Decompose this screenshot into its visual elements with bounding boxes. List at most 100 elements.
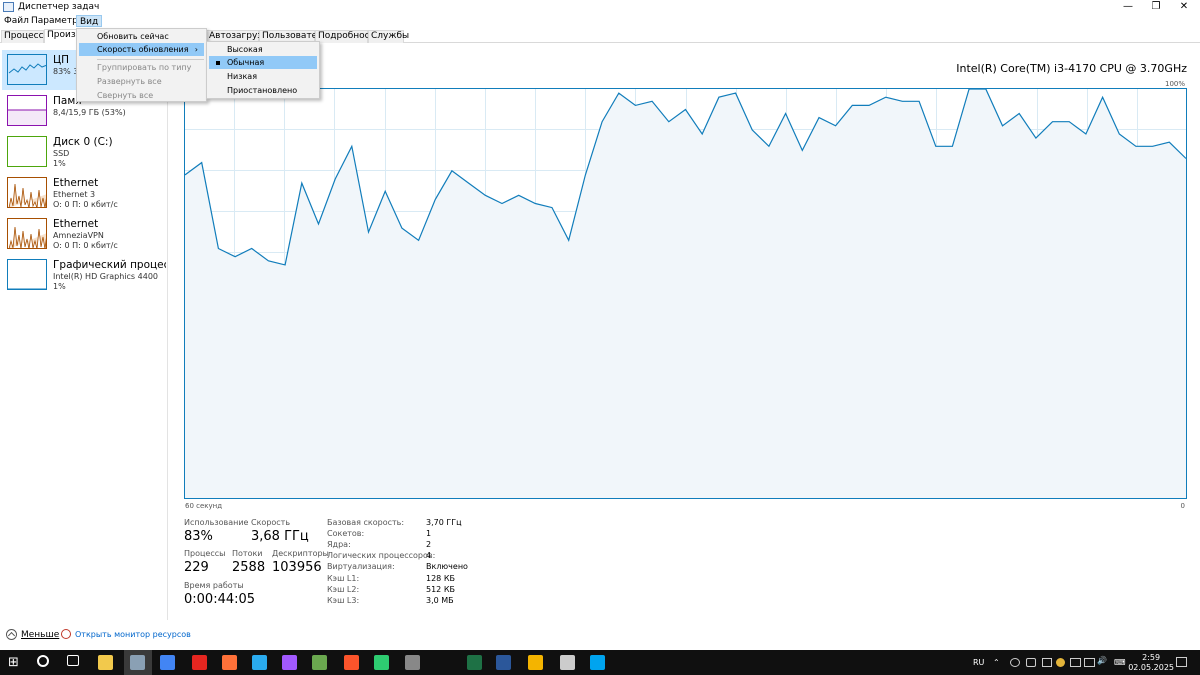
clock-date: 02.05.2025: [1128, 663, 1174, 672]
excel-icon[interactable]: [467, 655, 482, 670]
git-icon[interactable]: [374, 655, 389, 670]
chrome-icon[interactable]: [160, 655, 175, 670]
spec-value: 2: [426, 540, 432, 549]
spec-value: 3,70 ГГц: [426, 518, 462, 527]
sidebar-item-sub: Intel(R) HD Graphics 4400: [53, 272, 159, 281]
sidebar-item-disk[interactable]: Диск 0 (C:) SSD 1%: [2, 132, 166, 172]
word-icon[interactable]: [496, 655, 511, 670]
volume-icon[interactable]: 🔊: [1097, 656, 1107, 665]
sidebar-item-sub2: 1%: [53, 159, 66, 168]
paint-icon[interactable]: [528, 655, 543, 670]
tab-processes[interactable]: Процессы: [1, 30, 51, 43]
spec-value: 3,0 МБ: [426, 596, 454, 605]
usage-label: Использование: [184, 518, 249, 527]
tray-app-icon[interactable]: [1056, 658, 1065, 667]
resource-monitor-icon[interactable]: [61, 629, 71, 639]
sidebar-item-label: Ethernet: [53, 177, 99, 189]
menu-item-refresh-now[interactable]: Обновить сейчас: [79, 30, 204, 43]
fewer-details-link[interactable]: Меньше: [21, 630, 59, 640]
view-menu: Обновить сейчас Скорость обновления › Гр…: [76, 28, 207, 102]
language-indicator[interactable]: RU: [973, 658, 984, 667]
tab-performance[interactable]: Произв: [44, 29, 81, 43]
vpn-icon[interactable]: [560, 655, 575, 670]
selected-bullet-icon: [216, 61, 220, 65]
spec-value: 4: [426, 551, 432, 560]
task-view-icon[interactable]: [67, 655, 79, 666]
spec-value: 512 КБ: [426, 585, 455, 594]
task-manager-window: Диспетчер задач — ❐ ✕ Файл Параметры Вид…: [0, 0, 1200, 675]
task-manager-icon[interactable]: [130, 655, 145, 670]
network-icon[interactable]: [1084, 658, 1095, 667]
spec-value: 1: [426, 529, 432, 538]
minimize-button[interactable]: —: [1114, 0, 1142, 14]
spec-key: Ядра:: [327, 540, 351, 549]
tab-services[interactable]: Службы: [368, 30, 409, 43]
menu-item-speed-paused[interactable]: Приостановлено: [209, 84, 317, 97]
sidebar-item-sub: 8,4/15,9 ГБ (53%): [53, 108, 126, 117]
title-bar: Диспетчер задач — ❐ ✕: [0, 0, 1200, 14]
system-clock[interactable]: 2:59 02.05.2025: [1128, 653, 1174, 673]
disk-thumbnail: [7, 136, 47, 167]
screenshot-icon[interactable]: [405, 655, 420, 670]
ethernet-thumbnail: [7, 177, 47, 208]
threads-value: 2588: [232, 560, 266, 575]
tray-app-icon[interactable]: [1010, 658, 1020, 667]
notifications-icon[interactable]: [1176, 657, 1187, 667]
spec-value: Включено: [426, 562, 468, 571]
brave-icon[interactable]: [344, 655, 359, 670]
menu-view[interactable]: Вид: [76, 15, 103, 27]
yandex-browser-icon[interactable]: [192, 655, 207, 670]
sidebar-item-label: Диск 0 (C:): [53, 136, 113, 148]
threads-label: Потоки: [232, 549, 263, 558]
sidebar-item-ethernet-vpn[interactable]: Ethernet AmneziaVPN О: 0 П: 0 кбит/с: [2, 214, 166, 254]
spec-key: Логических процессоров:: [327, 551, 436, 560]
sidebar-item-sub: SSD: [53, 149, 70, 158]
app-icon[interactable]: [590, 655, 605, 670]
cpu-usage-svg: [184, 88, 1187, 499]
sidebar-item-sub2: 1%: [53, 282, 66, 291]
processes-value: 229: [184, 560, 209, 575]
sidebar-item-ethernet-3[interactable]: Ethernet Ethernet 3 О: 0 П: 0 кбит/с: [2, 173, 166, 213]
battery-icon[interactable]: [1070, 658, 1081, 667]
ethernet-thumbnail: [7, 218, 47, 249]
tray-app-icon[interactable]: [1042, 658, 1052, 667]
chart-x-left-label: 60 секунд: [185, 502, 223, 510]
file-explorer-icon[interactable]: [98, 655, 113, 670]
figma-icon[interactable]: [282, 655, 297, 670]
open-resource-monitor-link[interactable]: Открыть монитор ресурсов: [75, 630, 191, 639]
tab-details[interactable]: Подробности: [315, 30, 381, 43]
gpu-thumbnail: [7, 259, 47, 290]
resource-sidebar: ЦП 83% 3, Памя 8,4/15,9 ГБ (53%) Диск 0 …: [0, 50, 168, 620]
menu-item-label: Обычная: [227, 58, 265, 67]
speed-label: Скорость: [251, 518, 291, 527]
sidebar-item-sub: Ethernet 3: [53, 190, 96, 199]
window-title: Диспетчер задач: [18, 2, 100, 12]
firefox-icon[interactable]: [222, 655, 237, 670]
usage-value: 83%: [184, 529, 213, 544]
keyboard-layout-icon[interactable]: ⌨: [1114, 658, 1126, 667]
uptime-label: Время работы: [184, 581, 244, 590]
sidebar-item-gpu[interactable]: Графический процессор 0 Intel(R) HD Grap…: [2, 255, 166, 295]
cpu-model-name: Intel(R) Core(TM) i3-4170 CPU @ 3.70GHz: [956, 62, 1187, 75]
maximize-button[interactable]: ❐: [1142, 0, 1170, 14]
update-speed-submenu: Высокая Обычная Низкая Приостановлено: [206, 41, 320, 99]
sidebar-item-label: Графический процессор 0: [53, 259, 166, 271]
chevron-up-icon[interactable]: [6, 629, 17, 640]
spec-key: Кэш L1:: [327, 574, 360, 583]
clock-time: 2:59: [1142, 653, 1161, 662]
search-icon[interactable]: [37, 655, 49, 667]
telegram-icon[interactable]: [252, 655, 267, 670]
menu-item-speed-normal[interactable]: Обычная: [209, 56, 317, 69]
chevron-up-icon[interactable]: ⌃: [993, 658, 1000, 667]
notepad-icon[interactable]: [312, 655, 327, 670]
start-icon[interactable]: ⊞: [8, 655, 23, 670]
chart-max-label: 100%: [1164, 80, 1185, 88]
menu-item-speed-high[interactable]: Высокая: [209, 43, 317, 56]
menu-item-expand-all: Развернуть все: [97, 77, 162, 86]
menu-item-update-speed[interactable]: Скорость обновления ›: [79, 43, 204, 56]
tray-app-icon[interactable]: [1026, 658, 1036, 667]
menu-item-speed-low[interactable]: Низкая: [209, 70, 317, 83]
memory-thumbnail: [7, 95, 47, 126]
close-button[interactable]: ✕: [1170, 0, 1198, 14]
cpu-usage-chart: [184, 88, 1187, 499]
